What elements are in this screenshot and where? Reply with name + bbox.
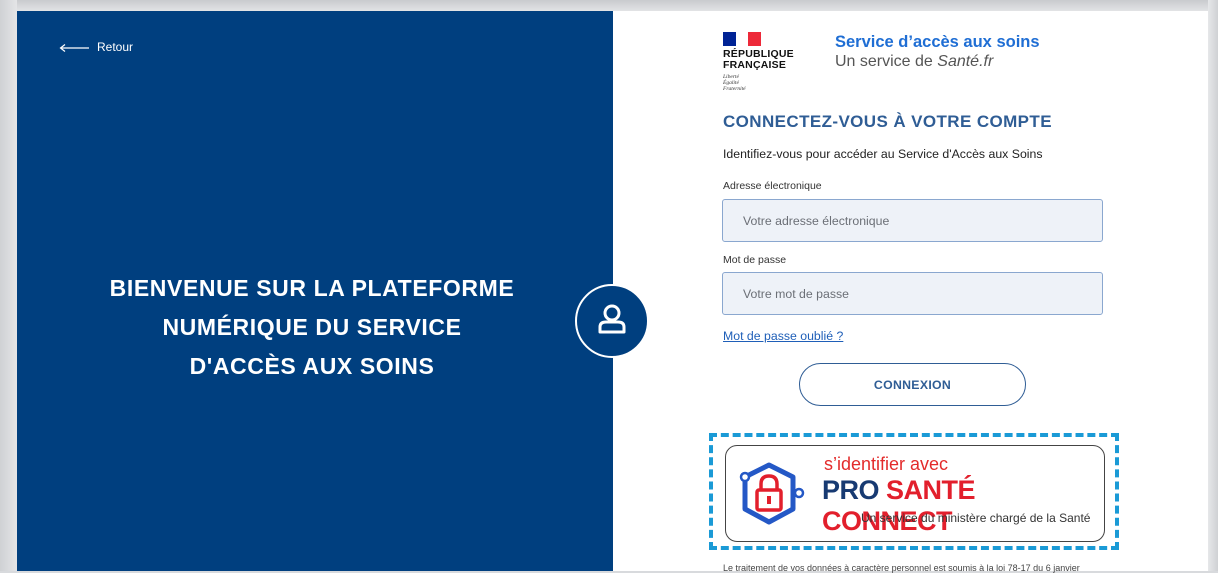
psc-ministry-note: Un service du ministère chargé de la San… <box>861 511 1091 525</box>
password-label: Mot de passe <box>723 254 787 266</box>
logo-motto-line: Fraternité <box>723 86 746 92</box>
padlock-hexagon-icon <box>739 459 817 536</box>
back-link-label: Retour <box>97 40 134 54</box>
legal-notice: Le traitement de vos données à caractère… <box>723 563 1080 573</box>
login-button[interactable]: CONNEXION <box>799 363 1026 406</box>
arrow-left-icon <box>59 39 89 55</box>
welcome-panel: Retour BIENVENUE SUR LA PLATEFORME NUMÉR… <box>17 11 613 571</box>
republique-francaise-logo: RÉPUBLIQUE FRANÇAISE Liberté Égalité Fra… <box>723 32 803 92</box>
psc-brand-pro: PRO <box>822 475 887 505</box>
login-heading: CONNECTEZ-VOUS À VOTRE COMPTE <box>723 112 1052 131</box>
pro-sante-connect-button[interactable]: s’identifier avec PRO SANTÉ CONNECT Un s… <box>725 445 1105 542</box>
email-field[interactable] <box>722 199 1103 242</box>
marianne-flag-icon <box>723 32 762 46</box>
service-subtitle-brand: Santé.fr <box>937 53 994 70</box>
service-subtitle-prefix: Un service de <box>835 53 938 70</box>
psc-brand: PRO SANTÉ CONNECT <box>822 475 1104 537</box>
window-frame-left <box>0 0 17 571</box>
user-avatar-badge <box>575 284 649 358</box>
back-link[interactable]: Retour <box>59 39 133 55</box>
psc-tagline: s’identifier avec <box>824 454 949 474</box>
window-frame-top <box>0 0 1218 11</box>
welcome-line: D'ACCÈS AUX SOINS <box>189 353 435 379</box>
service-title: Service d’accès aux soins <box>835 33 1040 51</box>
forgot-password-link[interactable]: Mot de passe oublié ? <box>723 329 843 343</box>
user-icon <box>595 302 629 341</box>
email-label: Adresse électronique <box>723 180 822 192</box>
window-frame-right <box>1208 0 1218 571</box>
service-subtitle: Un service de Santé.fr <box>835 53 993 71</box>
password-field[interactable] <box>722 272 1103 315</box>
logo-name-line: FRANÇAISE <box>723 59 787 71</box>
login-panel: RÉPUBLIQUE FRANÇAISE Liberté Égalité Fra… <box>613 11 1208 573</box>
welcome-title: BIENVENUE SUR LA PLATEFORME NUMÉRIQUE DU… <box>77 269 547 386</box>
welcome-line: BIENVENUE SUR LA PLATEFORME <box>109 275 515 301</box>
login-intro: Identifiez-vous pour accéder au Service … <box>723 147 1043 161</box>
welcome-line: NUMÉRIQUE DU SERVICE <box>162 314 462 340</box>
